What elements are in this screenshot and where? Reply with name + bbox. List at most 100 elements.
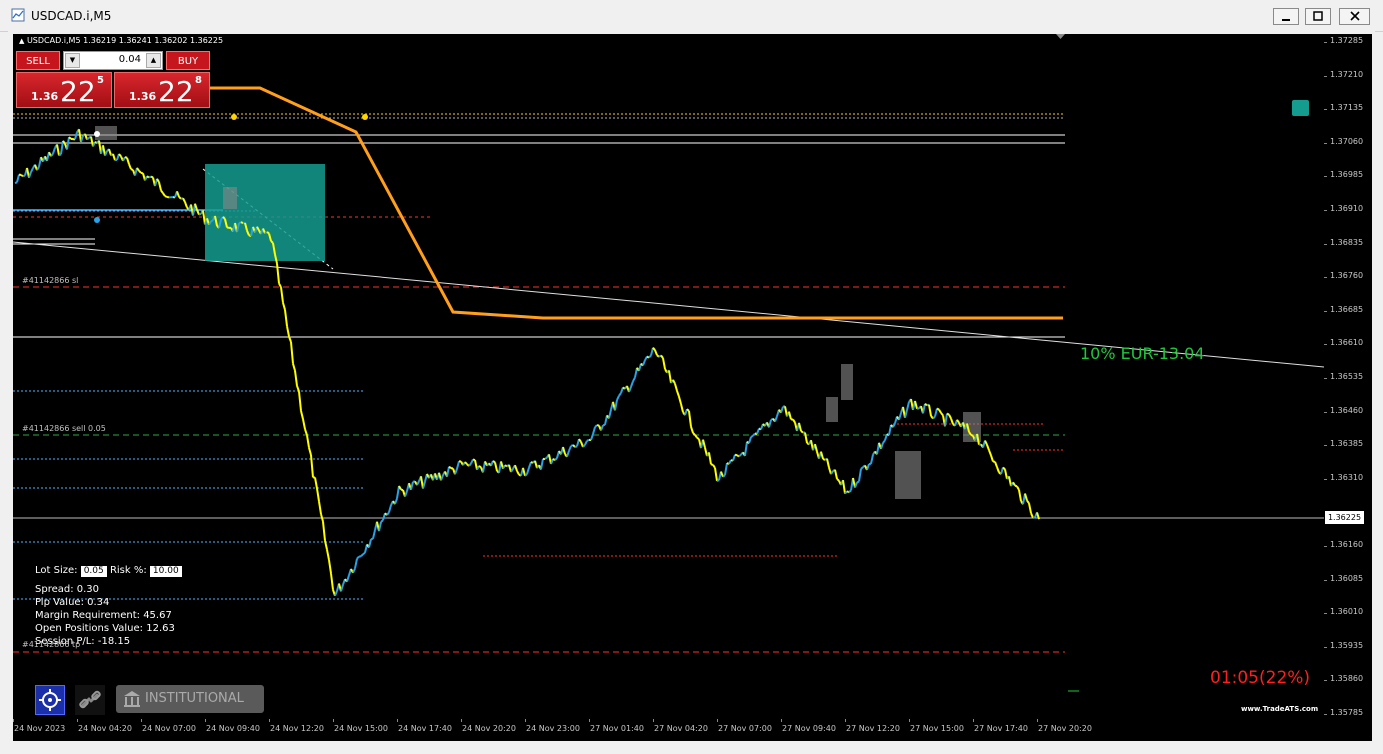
price-segment [732, 454, 736, 461]
price-segment [280, 286, 284, 303]
supply-zone-box [205, 164, 325, 261]
lot-size-input[interactable]: ▼ 0.04 ▲ [63, 51, 163, 70]
price-segment [996, 466, 1000, 473]
price-segment [454, 468, 458, 475]
price-segment [360, 553, 364, 557]
price-segment [678, 396, 682, 405]
price-segment [182, 197, 186, 203]
price-segment [584, 440, 588, 446]
price-segment [774, 415, 778, 422]
sl-order-label[interactable]: #41142866 sl [22, 276, 78, 285]
session-pl-text: Session P/L: -18.15 [35, 636, 131, 647]
price-segment [628, 386, 632, 393]
price-segment [722, 474, 726, 478]
price-segment [404, 490, 408, 497]
buy-button[interactable]: BUY [166, 51, 210, 70]
price-segment [904, 409, 908, 418]
price-segment [604, 415, 608, 426]
time-tick: 24 Nov 04:20 [78, 724, 132, 733]
price-segment [634, 367, 638, 378]
price-segment [386, 511, 390, 516]
price-segment [688, 410, 692, 427]
price-segment [14, 181, 18, 184]
price-segment [478, 465, 482, 469]
price-segment [290, 341, 294, 364]
lot-size-field[interactable]: 0.05 [80, 566, 107, 577]
lot-value[interactable]: 0.04 [82, 54, 144, 65]
price-segment [240, 221, 244, 225]
price-segment [464, 461, 468, 465]
price-segment [58, 153, 62, 157]
minimize-button[interactable] [1273, 8, 1299, 25]
price-segment [924, 403, 928, 407]
time-tick: 24 Nov 12:20 [270, 724, 324, 733]
price-segment [768, 419, 772, 428]
time-tick-mark [1037, 719, 1038, 722]
price-segment [184, 201, 188, 208]
price-segment [304, 428, 308, 436]
price-tick: 1.37060 [1330, 136, 1364, 146]
time-tick: 24 Nov 17:40 [398, 724, 452, 733]
price-segment [654, 349, 658, 356]
price-segment [354, 558, 358, 569]
lot-risk-row: Lot Size: 0.05 Risk %: 10.00 [35, 564, 182, 577]
target-button[interactable] [35, 685, 65, 715]
price-segment [956, 419, 960, 424]
price-segment [696, 436, 700, 440]
price-segment [662, 357, 666, 370]
lot-decrease-icon[interactable]: ▼ [65, 53, 80, 68]
price-chart[interactable]: ▲ USDCAD.i,M5 1.36219 1.36241 1.36202 1.… [13, 34, 1324, 719]
price-segment [554, 457, 558, 461]
risk-field[interactable]: 10.00 [149, 566, 182, 577]
price-tick-mark [1324, 344, 1327, 346]
time-tick: 27 Nov 01:40 [590, 724, 644, 733]
time-axis[interactable]: 24 Nov 2023 24 Nov 04:20 24 Nov 07:00 24 No… [13, 719, 1372, 741]
collapse-arrow-icon[interactable]: ▲ [19, 37, 24, 45]
price-segment [946, 412, 950, 416]
price-segment [836, 478, 840, 482]
close-button[interactable] [1339, 8, 1370, 25]
gray-box-5 [895, 451, 921, 499]
buy-quote[interactable]: 1.36 22 8 [114, 72, 210, 108]
lot-increase-icon[interactable]: ▲ [146, 53, 161, 68]
price-segment [514, 464, 518, 472]
price-segment [744, 441, 748, 457]
sell-button[interactable]: SELL [16, 51, 60, 70]
teal-toggle-button[interactable] [1292, 100, 1309, 116]
time-tick-mark [205, 719, 206, 722]
price-tick-mark [1324, 75, 1327, 77]
price-segment [590, 433, 594, 441]
price-segment [940, 412, 944, 417]
buy-price-prefix: 1.36 [129, 90, 157, 103]
link-button[interactable] [75, 685, 105, 715]
price-segment [340, 584, 344, 592]
price-segment [356, 555, 360, 560]
risk-label: Risk %: [109, 565, 147, 576]
institutional-mode-button[interactable]: INSTITUTIONAL MODE [116, 685, 264, 713]
price-segment [948, 414, 952, 419]
price-segment [724, 462, 728, 476]
restore-button[interactable] [1305, 8, 1331, 25]
price-segment [138, 170, 142, 174]
price-segment [600, 424, 604, 431]
price-segment [362, 551, 366, 556]
price-tick: 1.35860 [1330, 674, 1364, 684]
price-tick: 1.36460 [1330, 405, 1364, 415]
price-segment [848, 489, 852, 493]
price-tick-mark [1324, 210, 1327, 211]
price-segment [928, 404, 932, 417]
price-axis[interactable]: 1.36225 1.37285 1.37210 1.37135 1.37060 1.36… [1324, 34, 1372, 719]
price-segment [112, 153, 116, 161]
price-segment [712, 464, 716, 469]
price-segment [800, 430, 804, 434]
price-segment [854, 482, 858, 488]
margin-text: Margin Requirement: 45.67 [35, 610, 172, 621]
sell-quote[interactable]: 1.36 22 5 [16, 72, 112, 108]
price-segment [540, 458, 544, 470]
sell-price-prefix: 1.36 [31, 90, 59, 103]
price-segment [780, 406, 784, 414]
price-tick: 1.36085 [1330, 573, 1364, 583]
chain-link-icon [79, 690, 101, 709]
price-segment [524, 473, 528, 477]
sell-order-label[interactable]: #41142866 sell 0.05 [22, 424, 106, 433]
